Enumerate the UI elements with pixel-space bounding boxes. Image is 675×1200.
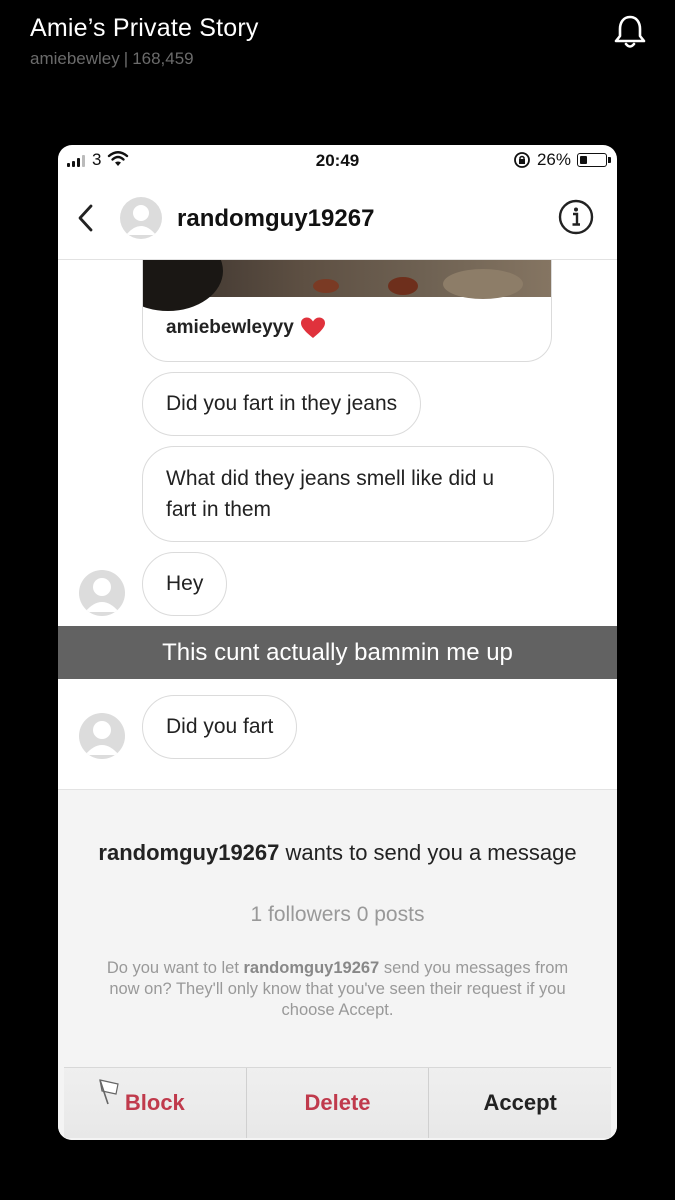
message-thread: amiebewleyyy Did you fart in they jeans …	[58, 260, 617, 626]
request-stats: 1 followers 0 posts	[250, 903, 425, 926]
shared-post-image	[143, 260, 551, 311]
message-text: Hey	[166, 572, 204, 595]
message-text: Did you fart	[166, 715, 274, 738]
battery-icon	[577, 153, 611, 167]
story-header: Amie’s Private Story amiebewley | 168,459	[30, 14, 259, 69]
story-username: amiebewley	[30, 49, 120, 68]
request-username: randomguy19267	[98, 840, 280, 865]
shared-post-caption: amiebewleyyy	[166, 316, 326, 340]
phone-screenshot: 3 20:49 26% randomguy19267 amiebewleyyy …	[58, 145, 617, 1140]
story-title: Amie’s Private Story	[30, 14, 259, 42]
chat-navbar: randomguy19267	[58, 185, 617, 260]
battery-percent: 26%	[536, 150, 571, 169]
message-bubble[interactable]: Did you fart in they jeans	[142, 372, 422, 436]
info-icon[interactable]	[558, 199, 594, 235]
default-avatar-icon	[126, 205, 156, 235]
message-text: What did they jeans smell like did u far…	[166, 467, 494, 521]
status-bar: 3 20:49 26%	[58, 145, 617, 175]
contact-username[interactable]: randomguy19267	[177, 205, 374, 233]
request-description: Do you want to let randomguy19267 send y…	[103, 958, 572, 1021]
accept-button[interactable]: Accept	[428, 1068, 611, 1138]
default-avatar-icon	[85, 578, 119, 612]
request-title: randomguy19267 wants to send you a messa…	[88, 838, 587, 867]
delete-button[interactable]: Delete	[245, 1068, 429, 1138]
request-desc-prefix: Do you want to let	[106, 959, 239, 977]
message-text: Did you fart in they jeans	[166, 392, 398, 415]
story-meta-separator: |	[123, 49, 129, 68]
red-heart-icon	[300, 317, 325, 338]
message-request-panel: randomguy19267 wants to send you a messa…	[58, 789, 617, 1140]
delete-label: Delete	[304, 1090, 371, 1115]
orientation-lock-icon	[514, 152, 530, 168]
flag-icon	[99, 1079, 119, 1105]
block-button[interactable]: Block	[64, 1068, 246, 1138]
request-actions: Block Delete Accept	[64, 1067, 611, 1138]
message-bubble[interactable]: Did you fart	[142, 695, 298, 759]
request-desc-username: randomguy19267	[243, 959, 380, 977]
snap-caption-bar: This cunt actually bammin me up	[58, 626, 617, 679]
request-wants-text: wants to send you a message	[285, 840, 577, 865]
status-right: 26%	[513, 150, 611, 170]
story-view-count: 168,459	[132, 49, 194, 68]
sender-avatar[interactable]	[79, 570, 125, 616]
bell-icon[interactable]	[613, 14, 647, 50]
sender-avatar[interactable]	[79, 713, 125, 759]
shared-post-author: amiebewleyyy	[166, 317, 294, 339]
shared-post[interactable]: amiebewleyyy	[142, 260, 552, 362]
default-avatar-icon	[85, 721, 119, 755]
back-chevron-icon[interactable]	[72, 201, 98, 235]
message-bubble[interactable]: What did they jeans smell like did u far…	[142, 446, 554, 542]
contact-avatar[interactable]	[120, 197, 162, 239]
message-bubble[interactable]: Hey	[142, 552, 228, 616]
story-meta: amiebewley | 168,459	[30, 49, 259, 69]
accept-label: Accept	[483, 1090, 557, 1115]
message-thread-continued: Did you fart	[58, 679, 617, 789]
block-label: Block	[124, 1090, 185, 1115]
